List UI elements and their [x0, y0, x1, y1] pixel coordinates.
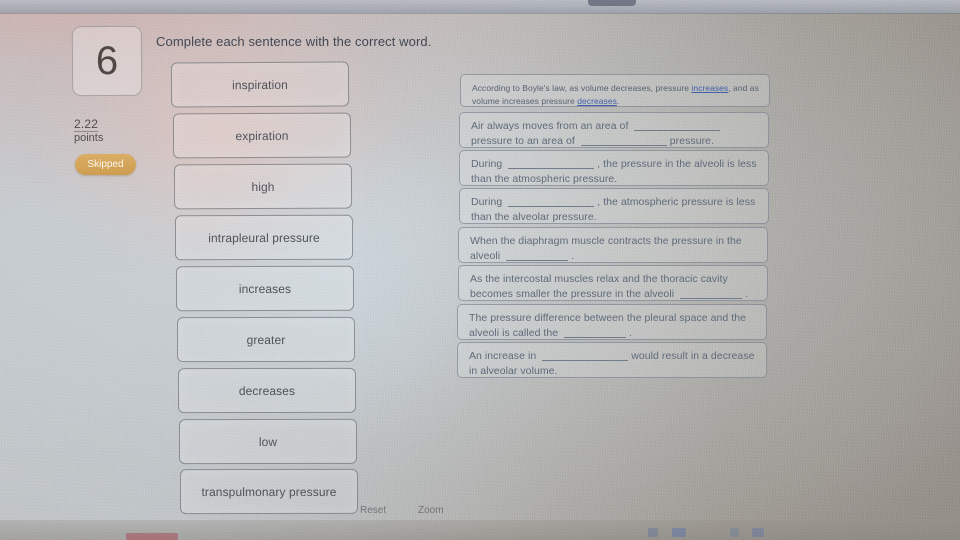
answer-blank[interactable]	[634, 130, 721, 131]
statement-intercostal-relax[interactable]: As the intercostal muscles relax and the…	[458, 265, 768, 301]
statement-air-moves-area[interactable]: Air always moves from an area of pressur…	[459, 112, 769, 148]
answer-blank[interactable]	[680, 297, 743, 299]
statement-during-atmospheric-less[interactable]: During , the atmospheric pressure is les…	[459, 188, 769, 224]
statement-during-alveoli-less[interactable]: During , the pressure in the alveoli is …	[459, 150, 769, 186]
statement-text: .	[745, 287, 749, 300]
statement-text: .	[629, 326, 633, 339]
zoom-button[interactable]: Zoom	[418, 505, 444, 515]
answer-blank[interactable]	[580, 144, 667, 146]
statement-text: During	[471, 196, 506, 208]
statement-text: , the atmospheric pressure is less than …	[471, 196, 756, 223]
answer-blank[interactable]	[564, 336, 627, 338]
statement-text: .	[571, 249, 575, 262]
statement-text: According to Boyle's law, as volume decr…	[472, 83, 692, 93]
statement-text: pressure to an area of	[471, 134, 578, 147]
statement-boyles-law[interactable]: According to Boyle's law, as volume decr…	[460, 74, 770, 107]
answer-blank[interactable]	[542, 360, 629, 361]
answer-blank[interactable]	[508, 168, 595, 169]
statement-text: , the pressure in the alveoli is less th…	[471, 158, 757, 185]
taskbar-icon-3[interactable]	[730, 528, 739, 537]
taskbar-icon-4[interactable]	[752, 528, 764, 537]
statement-text: pressure.	[669, 134, 715, 147]
statement-list: According to Boyle's law, as volume decr…	[0, 0, 960, 540]
statement-text: During	[471, 158, 506, 170]
statement-text: An increase in	[469, 350, 540, 362]
statement-text: .	[616, 96, 620, 106]
statement-increase-decrease-volume[interactable]: An increase in would result in a decreas…	[457, 342, 767, 378]
taskbar-icon-1[interactable]	[648, 528, 658, 537]
answer-blank[interactable]	[508, 206, 595, 207]
filled-answer[interactable]: increases	[691, 83, 728, 93]
statement-text: As the intercostal muscles relax and the…	[470, 273, 728, 300]
statement-text: Air always moves from an area of	[471, 120, 632, 132]
statement-diaphragm-contracts[interactable]: When the diaphragm muscle contracts the …	[458, 227, 768, 263]
statement-text: The pressure difference between the pleu…	[469, 312, 747, 339]
taskbar-item-accent[interactable]	[126, 533, 178, 540]
statement-pleural-alveoli-difference[interactable]: The pressure difference between the pleu…	[457, 304, 767, 340]
filled-answer[interactable]: decreases	[577, 96, 617, 106]
taskbar-icon-2[interactable]	[672, 528, 686, 537]
reset-button[interactable]: Reset	[360, 505, 386, 515]
statement-text: When the diaphragm muscle contracts the …	[470, 235, 742, 262]
answer-blank[interactable]	[506, 259, 569, 261]
